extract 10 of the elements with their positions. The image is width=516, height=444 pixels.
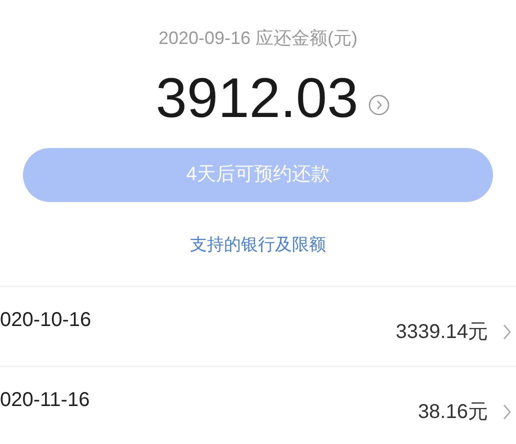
banks-link[interactable]: 支持的银行及限额 bbox=[190, 232, 326, 258]
due-amount: 3912.03 bbox=[156, 66, 358, 130]
chevron-circle-icon[interactable] bbox=[368, 94, 390, 116]
installment-date: 020-11-16 bbox=[0, 388, 90, 413]
chevron-right-icon[interactable] bbox=[502, 323, 512, 341]
due-label: 2020-09-16 应还金额(元) bbox=[158, 27, 358, 50]
installment-amount: 38.16元 bbox=[418, 400, 488, 425]
chevron-right-icon[interactable] bbox=[502, 403, 512, 421]
installment-amount: 3339.14元 bbox=[396, 320, 488, 345]
installment-date: 020-10-16 bbox=[0, 308, 92, 333]
